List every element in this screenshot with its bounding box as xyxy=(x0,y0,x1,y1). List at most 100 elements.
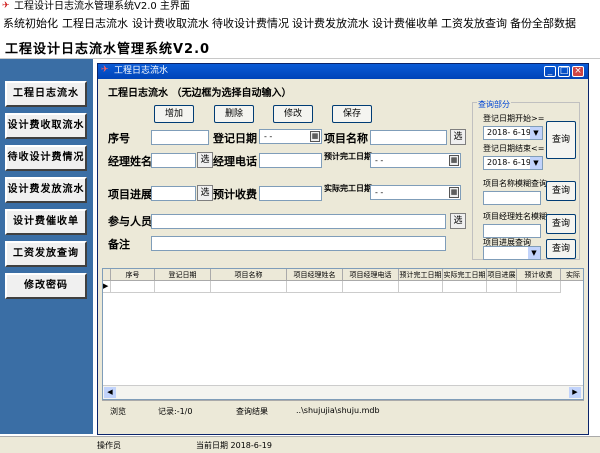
db-path-status: ..\shujujia\shuju.mdb xyxy=(296,406,380,415)
menu-log[interactable]: 工程日志流水 xyxy=(62,16,128,32)
seq-field[interactable] xyxy=(151,130,209,145)
seq-label: 序号 xyxy=(108,132,130,145)
sidebar-item-fee-reminder[interactable]: 设计费催收单 xyxy=(5,209,87,235)
sidebar-item-fee-issue[interactable]: 设计费发放流水 xyxy=(5,177,87,203)
row-pointer-icon: ▶ xyxy=(103,281,111,293)
actual-date-value: - - xyxy=(375,188,384,197)
scroll-left-icon[interactable]: ◀ xyxy=(104,387,116,398)
query-group-title: 查询部分 xyxy=(477,99,511,110)
progress-query-select[interactable]: ▼ xyxy=(483,246,541,260)
manager-phone-field[interactable] xyxy=(259,153,322,168)
sidebar-item-password[interactable]: 修改密码 xyxy=(5,273,87,299)
manager-query-input[interactable] xyxy=(483,224,541,238)
manager-field[interactable] xyxy=(151,153,196,168)
record-status: 记录:-1/0 xyxy=(158,407,193,416)
participants-select-button[interactable]: 选 xyxy=(450,213,466,229)
grid-col-header[interactable]: 项目经理姓名 xyxy=(287,269,343,281)
close-icon[interactable]: × xyxy=(572,66,584,77)
delete-button[interactable]: 删除 xyxy=(214,105,254,123)
log-window-titlebar: ✈ 工程日志流水 _ □ × xyxy=(98,64,588,79)
menu-backup[interactable]: 备份全部数据 xyxy=(510,16,576,32)
grid-cell[interactable] xyxy=(155,281,211,293)
grid-horizontal-scrollbar[interactable]: ◀ ▶ xyxy=(103,385,583,399)
est-date-value: - - xyxy=(375,156,384,165)
sidebar-item-fee-pending[interactable]: 待收设计费情况 xyxy=(5,145,87,171)
grid-cell[interactable] xyxy=(517,281,561,293)
scroll-right-icon[interactable]: ▶ xyxy=(569,387,581,398)
grid-cell[interactable] xyxy=(487,281,517,293)
query-group: 查询部分 登记日期开始>= 2018- 6-19 ▼ 登记日期结束<= 2018-… xyxy=(472,99,580,260)
grid-col-header[interactable]: 项目经理电话 xyxy=(343,269,399,281)
name-query-button[interactable]: 查询 xyxy=(546,181,576,201)
add-button[interactable]: 增加 xyxy=(154,105,194,123)
status-divider xyxy=(102,400,584,401)
sidebar-item-log[interactable]: 工程日志流水 xyxy=(5,81,87,107)
grid-col-header[interactable]: 登记日期 xyxy=(155,269,211,281)
grid-col-header[interactable]: 项目进展 xyxy=(487,269,517,281)
grid-col-header[interactable]: 项目名称 xyxy=(211,269,287,281)
est-date-field[interactable]: - - ▦ xyxy=(370,153,461,168)
sidebar-item-salary[interactable]: 工资发放查询 xyxy=(5,241,87,267)
menu-salary[interactable]: 工资发放查询 xyxy=(441,16,507,32)
calendar-icon[interactable]: ▦ xyxy=(449,155,459,166)
chevron-down-icon[interactable]: ▼ xyxy=(530,157,542,169)
date-query-button[interactable]: 查询 xyxy=(546,121,576,159)
project-name-field[interactable] xyxy=(370,130,447,145)
menu-fee-pending[interactable]: 待收设计费情况 xyxy=(212,16,289,32)
menu-fee-reminder[interactable]: 设计费催收单 xyxy=(372,16,438,32)
app-header: 工程设计日志流水管理系统V2.0 xyxy=(0,34,600,59)
chevron-down-icon[interactable]: ▼ xyxy=(530,127,542,139)
participants-field[interactable] xyxy=(151,214,446,229)
reg-date-value: - - xyxy=(264,132,273,141)
manager-query-label: 项目经理姓名模糊 xyxy=(483,212,547,221)
sidebar-item-fee-collect[interactable]: 设计费收取流水 xyxy=(5,113,87,139)
reg-start-value: 2018- 6-19 xyxy=(487,128,531,137)
menu-fee-issue[interactable]: 设计费发放流水 xyxy=(292,16,369,32)
calendar-icon[interactable]: ▦ xyxy=(310,131,320,142)
chevron-down-icon[interactable]: ▼ xyxy=(528,247,540,259)
manager-phone-label: 经理电话 xyxy=(213,155,257,168)
grid-row-selector-header xyxy=(103,269,111,281)
app-logo-icon: ✈ xyxy=(2,1,10,11)
save-button[interactable]: 保存 xyxy=(332,105,372,123)
name-query-input[interactable] xyxy=(483,191,541,205)
grid-col-header[interactable]: 序号 xyxy=(111,269,155,281)
reg-end-label: 登记日期结束<= xyxy=(483,144,545,153)
progress-select-button[interactable]: 选 xyxy=(197,185,213,201)
manager-select-button[interactable]: 选 xyxy=(197,152,213,168)
grid-col-header[interactable]: 预计完工日期 xyxy=(399,269,443,281)
actual-date-field[interactable]: - - ▦ xyxy=(370,185,461,200)
progress-field[interactable] xyxy=(151,186,196,201)
menu-fee-collect[interactable]: 设计费收取流水 xyxy=(132,16,209,32)
est-date-label: 预计完工日期 xyxy=(324,152,372,161)
project-name-select-button[interactable]: 选 xyxy=(450,129,466,145)
manager-label: 经理姓名 xyxy=(108,155,152,168)
grid-col-header[interactable]: 预计收费 xyxy=(517,269,561,281)
calendar-icon[interactable]: ▦ xyxy=(449,187,459,198)
progress-query-button[interactable]: 查询 xyxy=(546,239,576,259)
grid-cell[interactable] xyxy=(399,281,443,293)
grid-cell[interactable] xyxy=(287,281,343,293)
menu-bar: 系统初始化 工程日志流水 设计费收取流水 待收设计费情况 设计费发放流水 设计费… xyxy=(0,14,600,34)
grid-col-header[interactable]: 实际完工日期 xyxy=(443,269,487,281)
grid-cell[interactable] xyxy=(343,281,399,293)
grid-cell[interactable] xyxy=(211,281,287,293)
reg-start-date[interactable]: 2018- 6-19 ▼ xyxy=(483,126,543,140)
log-grid[interactable]: 序号 登记日期 项目名称 项目经理姓名 项目经理电话 预计完工日期 实际完工日期… xyxy=(102,268,584,400)
manager-query-button[interactable]: 查询 xyxy=(546,214,576,234)
grid-cell[interactable] xyxy=(443,281,487,293)
grid-col-header[interactable]: 实际 xyxy=(561,269,583,281)
current-date: 当前日期 2018-6-19 xyxy=(196,441,272,450)
window-logo-icon: ✈ xyxy=(101,65,109,75)
remark-field[interactable] xyxy=(151,236,446,251)
reg-date-field[interactable]: - - ▦ xyxy=(259,129,322,144)
reg-end-date[interactable]: 2018- 6-19 ▼ xyxy=(483,156,543,170)
menu-init[interactable]: 系统初始化 xyxy=(3,16,58,32)
app-statusbar: 操作员 当前日期 2018-6-19 xyxy=(0,436,600,453)
est-fee-field[interactable] xyxy=(259,186,322,201)
grid-cell[interactable] xyxy=(111,281,155,293)
modify-button[interactable]: 修改 xyxy=(273,105,313,123)
log-window-title: 工程日志流水 xyxy=(114,66,169,76)
maximize-icon[interactable]: □ xyxy=(558,66,570,77)
minimize-icon[interactable]: _ xyxy=(544,66,556,77)
